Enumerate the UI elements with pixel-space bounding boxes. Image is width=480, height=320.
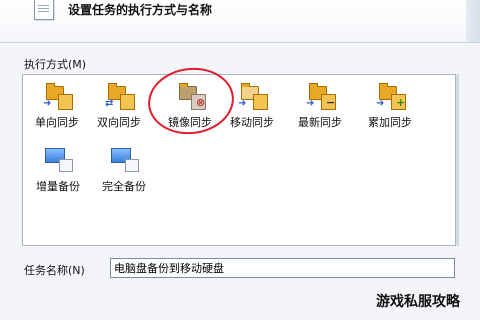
- incremental-backup-icon: [41, 146, 75, 176]
- mode-item-full-backup[interactable]: 完全备份: [97, 146, 151, 193]
- mode-item-label: 单向同步: [35, 116, 79, 129]
- watermark-text: 游戏私服攻略: [376, 294, 460, 310]
- full-backup-icon: [107, 146, 141, 176]
- incremental-sync-icon: ➜ +: [373, 82, 407, 112]
- latest-sync-icon: ➜ −: [303, 82, 337, 112]
- window-edge: [466, 0, 480, 42]
- task-name-input[interactable]: [110, 258, 455, 278]
- mode-item-label: 双向同步: [97, 116, 141, 129]
- mode-item-one-way-sync[interactable]: ➜ 单向同步: [30, 82, 84, 129]
- page-title: 设置任务的执行方式与名称: [68, 3, 213, 17]
- mode-item-latest-sync[interactable]: ➜ − 最新同步: [293, 82, 347, 129]
- mode-item-label: 最新同步: [298, 116, 342, 129]
- mode-item-label: 移动同步: [230, 116, 274, 129]
- mode-item-two-way-sync[interactable]: ⇄ 双向同步: [92, 82, 146, 129]
- two-way-sync-icon: ⇄: [102, 82, 136, 112]
- mode-item-label: 增量备份: [36, 180, 80, 193]
- one-way-sync-icon: ➜: [40, 82, 74, 112]
- execution-mode-label: 执行方式(M): [24, 58, 87, 71]
- dialog-header: 设置任务的执行方式与名称: [0, 0, 480, 43]
- task-name-label: 任务名称(N): [24, 264, 85, 277]
- panel-divider: [456, 74, 459, 246]
- mode-item-incremental-backup[interactable]: 增量备份: [31, 146, 85, 193]
- mode-item-incremental-sync[interactable]: ➜ + 累加同步: [363, 82, 417, 129]
- move-sync-icon: ➜: [235, 82, 269, 112]
- document-icon: [34, 0, 54, 20]
- mode-item-label: 累加同步: [368, 116, 412, 129]
- mode-item-label: 完全备份: [102, 180, 146, 193]
